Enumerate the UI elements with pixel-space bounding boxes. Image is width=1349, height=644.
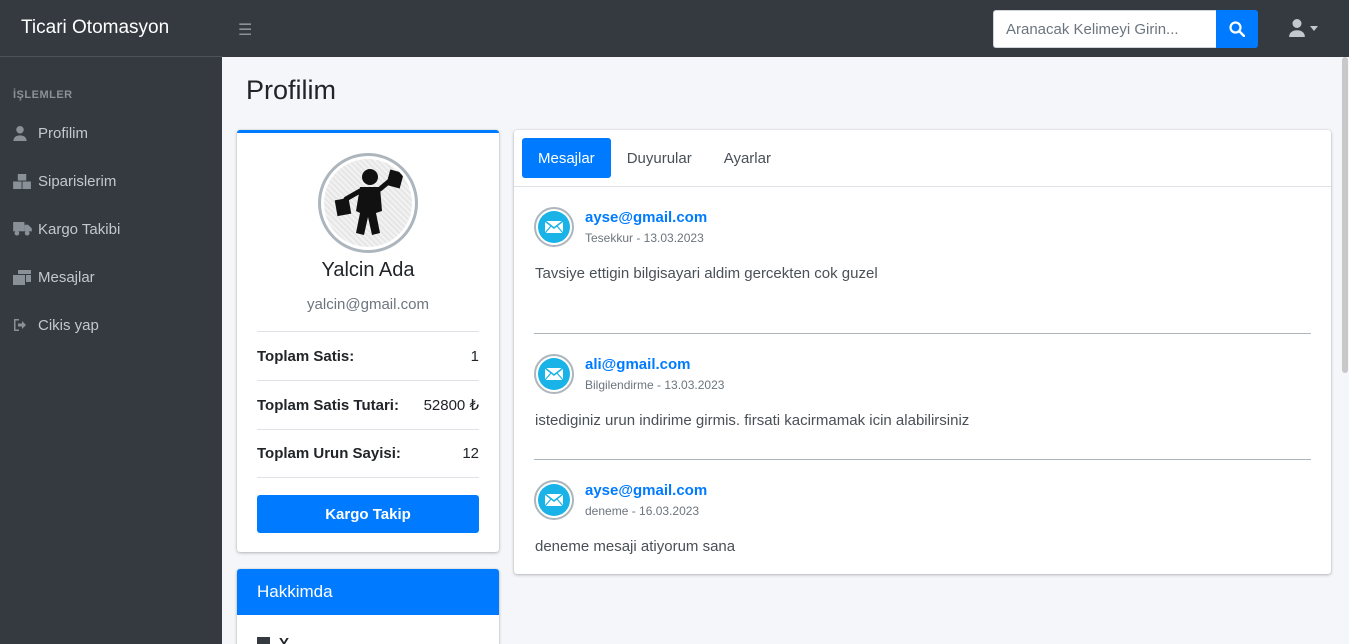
message-meta: Bilgilendirme - 13.03.2023 [585, 378, 725, 392]
envelope-icon [534, 354, 574, 394]
sidebar-header: İŞLEMLER [13, 89, 73, 101]
stat-value: 1 [470, 347, 479, 365]
tab-mesajlar[interactable]: Mesajlar [522, 138, 611, 178]
message-meta: Tesekkur - 13.03.2023 [585, 231, 704, 245]
stat-label: Toplam Satis: [257, 347, 355, 365]
stat-value: 12 [462, 445, 479, 462]
scrollbar-thumb[interactable] [1342, 57, 1348, 373]
user-icon [13, 125, 35, 141]
stat-label: Toplam Satis Tutari: [257, 396, 399, 414]
stat-row: Toplam Satis Tutari: 52800 ₺ [257, 380, 479, 429]
profile-card: Yalcin Ada yalcin@gmail.com Toplam Satis… [237, 130, 499, 552]
sidebar-item-label: Profilim [38, 124, 89, 142]
message-text: istediginiz urun indirime girmis. firsat… [535, 412, 970, 429]
message-item: ali@gmail.com Bilgilendirme - 13.03.2023… [534, 333, 1311, 459]
stat-row: Toplam Satis: 1 [257, 331, 479, 380]
sidebar-item-profilim[interactable]: Profilim [0, 109, 222, 157]
message-meta: deneme - 16.03.2023 [585, 504, 700, 518]
sidebar-item-mesajlar[interactable]: Mesajlar [0, 253, 222, 301]
about-body: Y... [237, 615, 499, 644]
truck-icon [13, 222, 35, 236]
envelope-icon [534, 207, 574, 247]
tab-duyurular[interactable]: Duyurular [611, 138, 708, 178]
search-form [993, 10, 1258, 48]
message-item: ayse@gmail.com deneme - 16.03.2023 denem… [534, 459, 1311, 585]
sidebar-item-label: Kargo Takibi [38, 220, 121, 238]
tab-ayarlar[interactable]: Ayarlar [708, 138, 787, 178]
message-sender-link[interactable]: ali@gmail.com [585, 356, 691, 373]
tab-nav: Mesajlar Duyurular Ayarlar [514, 130, 1331, 187]
topbar: ☰ [222, 0, 1349, 57]
hamburger-icon[interactable]: ☰ [238, 20, 252, 40]
about-title: Hakkimda [237, 569, 499, 615]
message-sender-link[interactable]: ayse@gmail.com [585, 209, 707, 226]
brand-link[interactable]: Ticari Otomasyon [0, 0, 222, 57]
sign-out-icon [13, 318, 35, 332]
user-icon [1289, 19, 1305, 37]
profile-stats: Toplam Satis: 1 Toplam Satis Tutari: 528… [257, 331, 479, 478]
sidebar: Ticari Otomasyon İŞLEMLER Profilim Sipar… [0, 0, 222, 644]
user-menu-toggle[interactable] [1289, 19, 1318, 37]
brand-text: Ticari Otomasyon [21, 17, 170, 38]
page-title: Profilim [246, 75, 337, 105]
sidebar-item-label: Cikis yap [38, 316, 99, 334]
message-text: deneme mesaji atiyorum sana [535, 538, 736, 555]
search-icon [1229, 21, 1245, 37]
sidebar-item-kargo-takibi[interactable]: Kargo Takibi [0, 205, 222, 253]
page-scrollbar[interactable] [1341, 57, 1349, 644]
message-text: Tavsiye ettigin bilgisayari aldim gercek… [535, 265, 878, 282]
envelope-icon [534, 480, 574, 520]
profile-name: Yalcin Ada [321, 259, 415, 281]
message-item: ayse@gmail.com Tesekkur - 13.03.2023 Tav… [534, 207, 1311, 333]
search-input[interactable] [993, 10, 1216, 48]
message-sender-link[interactable]: ayse@gmail.com [585, 482, 707, 499]
mail-bulk-icon [13, 269, 35, 285]
sidebar-item-cikis-yap[interactable]: Cikis yap [0, 301, 222, 349]
shopper-avatar-icon [334, 169, 404, 235]
avatar [318, 153, 418, 253]
message-list: ayse@gmail.com Tesekkur - 13.03.2023 Tav… [514, 187, 1331, 585]
about-item: Y... [279, 635, 300, 644]
stat-row: Toplam Urun Sayisi: 12 [257, 429, 479, 478]
stat-label: Toplam Urun Sayisi: [257, 445, 401, 462]
book-icon [257, 637, 270, 644]
profile-email: yalcin@gmail.com [307, 296, 429, 313]
content-wrapper: Profilim Yalcin Ada yalcin@gmail.com Top… [222, 57, 1341, 644]
stat-value: 52800 ₺ [423, 397, 479, 414]
about-card: Hakkimda Y... [237, 569, 499, 644]
sidebar-item-label: Siparislerim [38, 172, 117, 190]
chevron-down-icon [1310, 25, 1318, 31]
tabs-card: Mesajlar Duyurular Ayarlar ayse@gmail.co… [514, 130, 1331, 574]
boxes-icon [13, 173, 35, 189]
kargo-takip-button[interactable]: Kargo Takip [257, 495, 479, 533]
sidebar-item-siparislerim[interactable]: Siparislerim [0, 157, 222, 205]
sidebar-item-label: Mesajlar [38, 268, 95, 286]
search-button[interactable] [1216, 10, 1258, 48]
